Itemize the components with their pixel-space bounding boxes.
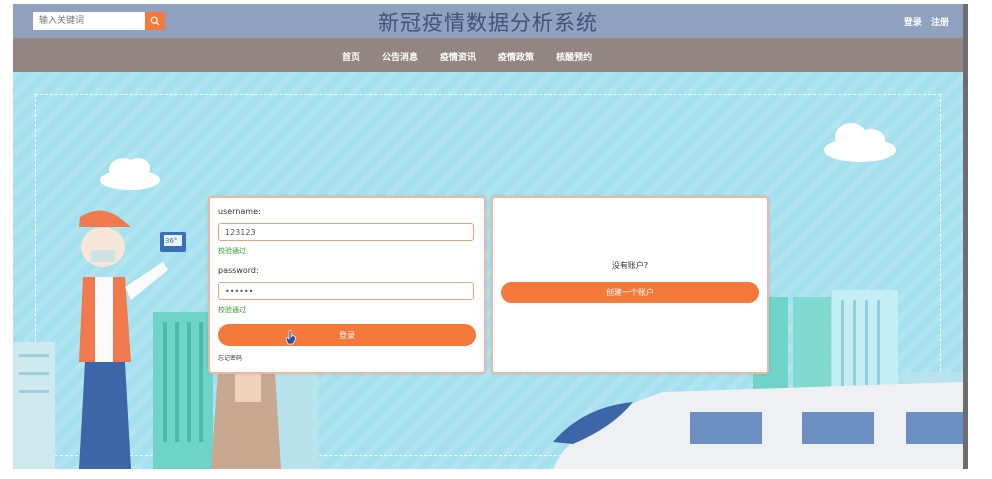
main-nav: 首页 公告消息 疫情资讯 疫情政策 核酸预约: [13, 38, 963, 72]
nav-item-epidemic-news[interactable]: 疫情资讯: [440, 50, 476, 63]
person-figure: [211, 372, 281, 469]
username-label: username:: [218, 207, 261, 216]
login-button-label: 登录: [339, 330, 355, 340]
nav-item-epidemic-policy[interactable]: 疫情政策: [498, 50, 534, 63]
cloud-icon: [100, 158, 160, 190]
login-link[interactable]: 登录: [904, 18, 922, 28]
hero-scene: 36°: [13, 123, 963, 469]
username-validation-status: 校验通过: [218, 247, 246, 255]
password-validation-status: 校验通过: [218, 306, 246, 314]
hero-illustration: 36°: [13, 72, 963, 469]
nav-item-home[interactable]: 首页: [342, 50, 360, 63]
username-input[interactable]: 123123: [218, 223, 474, 241]
top-header-bar: 新冠疫情数据分析系统 登录 注册: [13, 4, 963, 38]
bullet-train: [553, 382, 963, 469]
password-label: password:: [218, 266, 259, 275]
thermometer-reading: 36°: [165, 237, 177, 245]
auth-links: 登录 注册: [898, 15, 949, 28]
create-account-button[interactable]: 创建一个账户: [501, 282, 759, 303]
site-title: 新冠疫情数据分析系统: [378, 11, 598, 35]
hand-cursor-icon: [285, 330, 296, 345]
register-panel: 没有账户? 创建一个账户: [491, 196, 769, 374]
no-account-prompt: 没有账户?: [611, 261, 649, 270]
login-form: username: 123123 校验通过 password: •••••• 校…: [208, 196, 486, 374]
vertical-scrollbar[interactable]: [963, 4, 968, 469]
create-account-label: 创建一个账户: [606, 288, 654, 297]
nav-item-announcements[interactable]: 公告消息: [382, 50, 418, 63]
forgot-password-link[interactable]: 忘记密码: [218, 353, 242, 362]
nav-item-test-booking[interactable]: 核酸预约: [556, 50, 592, 63]
cloud-icon: [824, 123, 896, 162]
login-button[interactable]: 登录: [218, 324, 476, 346]
register-link[interactable]: 注册: [931, 18, 949, 28]
password-input[interactable]: ••••••: [218, 282, 474, 300]
